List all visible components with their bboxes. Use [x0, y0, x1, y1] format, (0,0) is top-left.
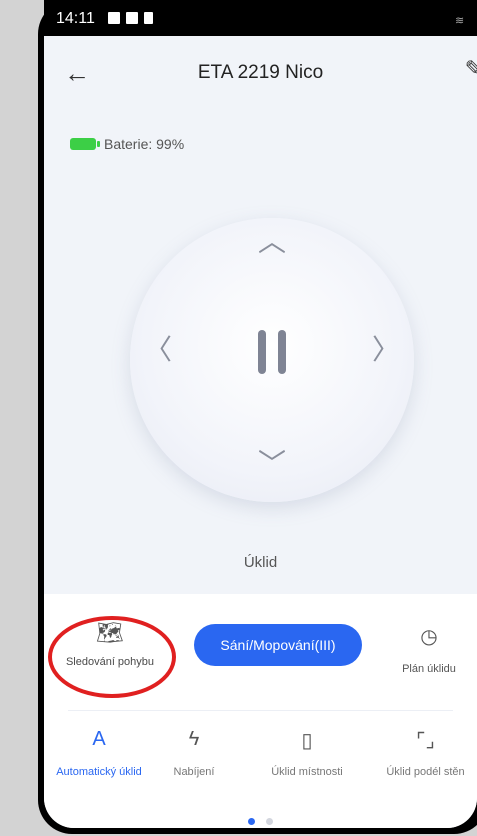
clock-icon: ◷ — [420, 626, 438, 648]
edit-icon[interactable]: ✎ — [465, 56, 477, 82]
arrow-up-icon[interactable]: ︿ — [258, 228, 286, 256]
page-dot — [265, 818, 273, 825]
pause-button[interactable] — [254, 330, 290, 374]
mode-label: Úklid podél stěn — [386, 766, 465, 778]
app-screen: 14:11 ≋ ← ETA 2219 Nico ✎ Baterie: 99% ︿… — [44, 0, 477, 828]
divider — [68, 710, 453, 711]
status-bar: 14:11 ≋ — [44, 0, 477, 36]
cleaning-plan-label: Plán úklidu — [402, 663, 456, 675]
suction-mop-button[interactable]: Sání/Mopování(III) — [194, 624, 362, 666]
page-title: ETA 2219 Nico — [197, 62, 324, 83]
pause-bar-right — [278, 330, 286, 374]
mode-label: Nabíjení — [173, 766, 215, 778]
status-time: 14:11 — [56, 10, 95, 27]
battery-status-icon — [144, 12, 153, 24]
battery-label: Baterie: 99% — [104, 136, 185, 152]
mode-label: Úklid místnosti — [271, 766, 343, 778]
page-indicator — [44, 812, 477, 828]
direction-pad[interactable]: ︿ ﹀ 〈 〉 — [130, 218, 414, 502]
mode-list: A Automatický úklid ϟ Nabíjení ▯ Úklid m… — [44, 728, 477, 788]
follow-movement-button[interactable]: 🗺 Sledování pohybu — [58, 620, 162, 668]
pause-bar-left — [258, 330, 266, 374]
edge-icon: ⌜⌟ — [416, 730, 435, 752]
gallery-icon — [108, 12, 120, 24]
control-panel: 🗺 Sledování pohybu Sání/Mopování(III) ◷ … — [44, 594, 477, 828]
follow-movement-label: Sledování pohybu — [65, 656, 155, 668]
charging-icon: ϟ — [188, 728, 200, 750]
app-header: ← ETA 2219 Nico ✎ — [44, 36, 477, 108]
arrow-right-icon[interactable]: 〉 — [372, 336, 400, 364]
wifi-icon: ≋ — [455, 15, 465, 27]
cleaning-mode-label: Úklid — [243, 554, 278, 571]
battery-indicator: Baterie: 99% — [70, 136, 184, 152]
page-dot-active — [248, 818, 256, 825]
mode-label: Automatický úklid — [56, 766, 142, 778]
auto-icon: A — [92, 728, 106, 750]
arrow-down-icon[interactable]: ﹀ — [258, 450, 286, 478]
room-icon: ▯ — [301, 730, 313, 752]
mode-auto-clean[interactable]: A Automatický úklid — [44, 728, 154, 778]
mode-room-clean[interactable]: ▯ Úklid místnosti — [252, 728, 362, 778]
battery-icon — [70, 138, 100, 150]
notification-icon — [126, 12, 138, 24]
controls-row: 🗺 Sledování pohybu Sání/Mopování(III) ◷ … — [44, 594, 477, 704]
arrow-left-icon[interactable]: 〈 — [144, 336, 172, 364]
status-icons — [108, 12, 153, 24]
map-icon: 🗺 — [96, 620, 124, 645]
mode-edge-clean[interactable]: ⌜⌟ Úklid podél stěn — [374, 728, 477, 778]
cleaning-plan-button[interactable]: ◷ Plán úklidu — [384, 624, 474, 675]
mode-charging[interactable]: ϟ Nabíjení — [154, 728, 234, 778]
